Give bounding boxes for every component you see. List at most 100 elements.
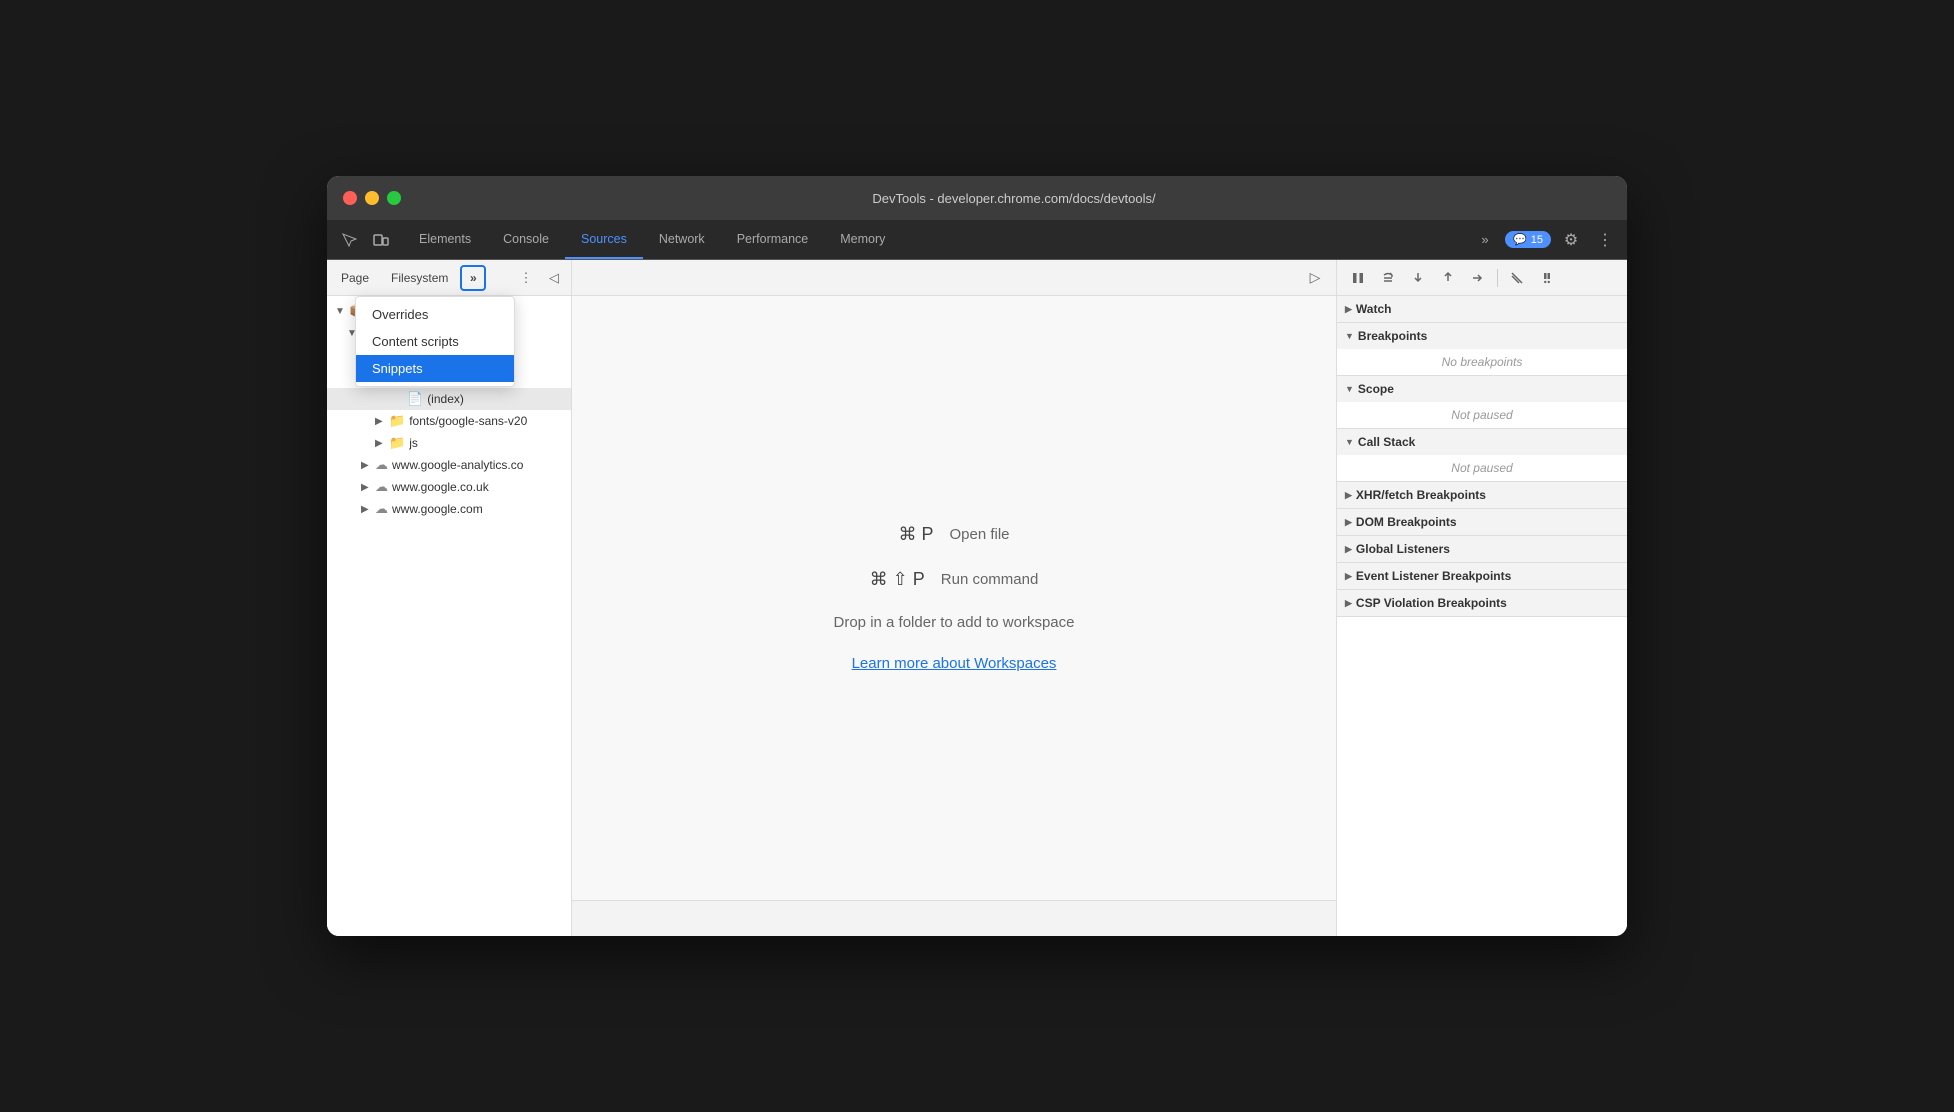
shortcut-run-key: ⌘ ⇧ P xyxy=(870,569,925,590)
icon-google-com: ☁ xyxy=(375,501,388,517)
scope-content: Not paused xyxy=(1337,402,1627,428)
dropdown-snippets[interactable]: Snippets xyxy=(356,355,514,382)
shortcut-open-action: Open file xyxy=(949,526,1009,543)
arrow-dom-breakpoints: ▶ xyxy=(1345,517,1352,528)
section-header-breakpoints[interactable]: ▼ Breakpoints xyxy=(1337,323,1627,349)
arrow-google-com: ▶ xyxy=(361,504,375,515)
arrow-breakpoints: ▼ xyxy=(1345,331,1354,341)
toolbar-separator xyxy=(1497,269,1498,287)
section-dom-breakpoints: ▶ DOM Breakpoints xyxy=(1337,509,1627,536)
notifications-badge[interactable]: 💬 15 xyxy=(1505,231,1551,248)
tabbar-right: » 💬 15 ⚙ ⋮ xyxy=(1463,220,1627,259)
pause-on-exceptions-btn[interactable] xyxy=(1534,265,1560,291)
show-sidebar-btn[interactable]: ▷ xyxy=(1302,265,1328,291)
tree-item-js[interactable]: ▶ 📁 js xyxy=(327,432,571,454)
window-title: DevTools - developer.chrome.com/docs/dev… xyxy=(417,191,1611,206)
arrow-xhr-fetch: ▶ xyxy=(1345,490,1352,501)
tab-sources[interactable]: Sources xyxy=(565,220,643,259)
pause-btn[interactable] xyxy=(1345,265,1371,291)
section-header-watch[interactable]: ▶ Watch xyxy=(1337,296,1627,322)
breakpoints-content: No breakpoints xyxy=(1337,349,1627,375)
arrow-watch: ▶ xyxy=(1345,304,1352,315)
icon-google-analytics: ☁ xyxy=(375,457,388,473)
tree-item-fonts[interactable]: ▶ 📁 fonts/google-sans-v20 xyxy=(327,410,571,432)
section-header-dom-breakpoints[interactable]: ▶ DOM Breakpoints xyxy=(1337,509,1627,535)
arrow-call-stack: ▼ xyxy=(1345,437,1354,447)
tab-elements[interactable]: Elements xyxy=(403,220,487,259)
subtab-page[interactable]: Page xyxy=(331,267,379,289)
device-toolbar-icon[interactable] xyxy=(367,226,395,254)
arrow-fonts: ▶ xyxy=(375,416,389,427)
tree-item-google-analytics[interactable]: ▶ ☁ www.google-analytics.co xyxy=(327,454,571,476)
arrow-csp-violation: ▶ xyxy=(1345,598,1352,609)
tree-item-google-com[interactable]: ▶ ☁ www.google.com xyxy=(327,498,571,520)
more-subtabs-button[interactable]: » xyxy=(460,265,486,291)
step-over-btn[interactable] xyxy=(1375,265,1401,291)
icon-fonts: 📁 xyxy=(389,413,405,429)
tree-item-google-co-uk[interactable]: ▶ ☁ www.google.co.uk xyxy=(327,476,571,498)
dropdown-overrides[interactable]: Overrides xyxy=(356,301,514,328)
shortcut-open-key: ⌘ P xyxy=(898,524,933,545)
arrow-google-co-uk: ▶ xyxy=(361,482,375,493)
settings-icon[interactable]: ⚙ xyxy=(1557,226,1585,254)
arrow-event-listener: ▶ xyxy=(1345,571,1352,582)
section-xhr-fetch: ▶ XHR/fetch Breakpoints xyxy=(1337,482,1627,509)
three-dots-icon[interactable]: ⋮ xyxy=(513,265,539,291)
workspace-link[interactable]: Learn more about Workspaces xyxy=(852,655,1057,672)
section-header-call-stack[interactable]: ▼ Call Stack xyxy=(1337,429,1627,455)
subtab-icons: ⋮ ◁ xyxy=(513,265,567,291)
step-out-btn[interactable] xyxy=(1435,265,1461,291)
drop-folder-text: Drop in a folder to add to workspace xyxy=(834,614,1075,631)
dropdown-content-scripts[interactable]: Content scripts xyxy=(356,328,514,355)
more-options-icon[interactable]: ⋮ xyxy=(1591,226,1619,254)
devtools-window: DevTools - developer.chrome.com/docs/dev… xyxy=(327,176,1627,936)
section-breakpoints: ▼ Breakpoints No breakpoints xyxy=(1337,323,1627,376)
main-tabbar: Elements Console Sources Network Perform… xyxy=(327,220,1627,260)
hide-sidebar-icon[interactable]: ◁ xyxy=(541,265,567,291)
arrow-google-analytics: ▶ xyxy=(361,460,375,471)
tab-performance[interactable]: Performance xyxy=(721,220,825,259)
tab-console[interactable]: Console xyxy=(487,220,565,259)
inspect-icon[interactable] xyxy=(335,226,363,254)
tab-memory[interactable]: Memory xyxy=(824,220,901,259)
section-event-listener: ▶ Event Listener Breakpoints xyxy=(1337,563,1627,590)
dropdown-menu: Overrides Content scripts Snippets xyxy=(355,296,515,387)
step-btn[interactable] xyxy=(1465,265,1491,291)
main-tabs: Elements Console Sources Network Perform… xyxy=(403,220,1463,259)
shortcut-run-command: ⌘ ⇧ P Run command xyxy=(870,569,1039,590)
section-header-csp-violation[interactable]: ▶ CSP Violation Breakpoints xyxy=(1337,590,1627,616)
right-content: ▶ Watch ▼ Breakpoints No breakpoints xyxy=(1337,296,1627,936)
subtab-filesystem[interactable]: Filesystem xyxy=(381,267,458,289)
section-header-xhr-fetch[interactable]: ▶ XHR/fetch Breakpoints xyxy=(1337,482,1627,508)
tree-item-index[interactable]: ▶ 📄 (index) xyxy=(327,388,571,410)
arrow-deployed: ▼ xyxy=(335,306,349,317)
editor-content: ⌘ P Open file ⌘ ⇧ P Run command Drop in … xyxy=(572,296,1336,900)
shortcut-open-file: ⌘ P Open file xyxy=(898,524,1009,545)
more-tabs-icon[interactable]: » xyxy=(1471,226,1499,254)
left-panel: Page Filesystem » ⋮ ◁ Overrides xyxy=(327,260,572,936)
section-header-event-listener[interactable]: ▶ Event Listener Breakpoints xyxy=(1337,563,1627,589)
tab-network[interactable]: Network xyxy=(643,220,721,259)
section-scope: ▼ Scope Not paused xyxy=(1337,376,1627,429)
close-button[interactable] xyxy=(343,191,357,205)
right-panel: ▶ Watch ▼ Breakpoints No breakpoints xyxy=(1337,260,1627,936)
section-call-stack: ▼ Call Stack Not paused xyxy=(1337,429,1627,482)
call-stack-content: Not paused xyxy=(1337,455,1627,481)
deactivate-breakpoints-btn[interactable] xyxy=(1504,265,1530,291)
maximize-button[interactable] xyxy=(387,191,401,205)
section-global-listeners: ▶ Global Listeners xyxy=(1337,536,1627,563)
section-csp-violation: ▶ CSP Violation Breakpoints xyxy=(1337,590,1627,617)
section-header-global-listeners[interactable]: ▶ Global Listeners xyxy=(1337,536,1627,562)
file-tree: ▼ 📦 Deployed ▼ ☐ top ▼ ☁ developer.chro.… xyxy=(327,296,571,936)
titlebar: DevTools - developer.chrome.com/docs/dev… xyxy=(327,176,1627,220)
editor-toolbar: ▷ xyxy=(572,260,1336,296)
arrow-js: ▶ xyxy=(375,438,389,449)
editor-bottom-bar xyxy=(572,900,1336,936)
section-watch: ▶ Watch xyxy=(1337,296,1627,323)
minimize-button[interactable] xyxy=(365,191,379,205)
section-header-scope[interactable]: ▼ Scope xyxy=(1337,376,1627,402)
debugger-toolbar xyxy=(1337,260,1627,296)
icon-google-co-uk: ☁ xyxy=(375,479,388,495)
icon-js: 📁 xyxy=(389,435,405,451)
step-into-btn[interactable] xyxy=(1405,265,1431,291)
